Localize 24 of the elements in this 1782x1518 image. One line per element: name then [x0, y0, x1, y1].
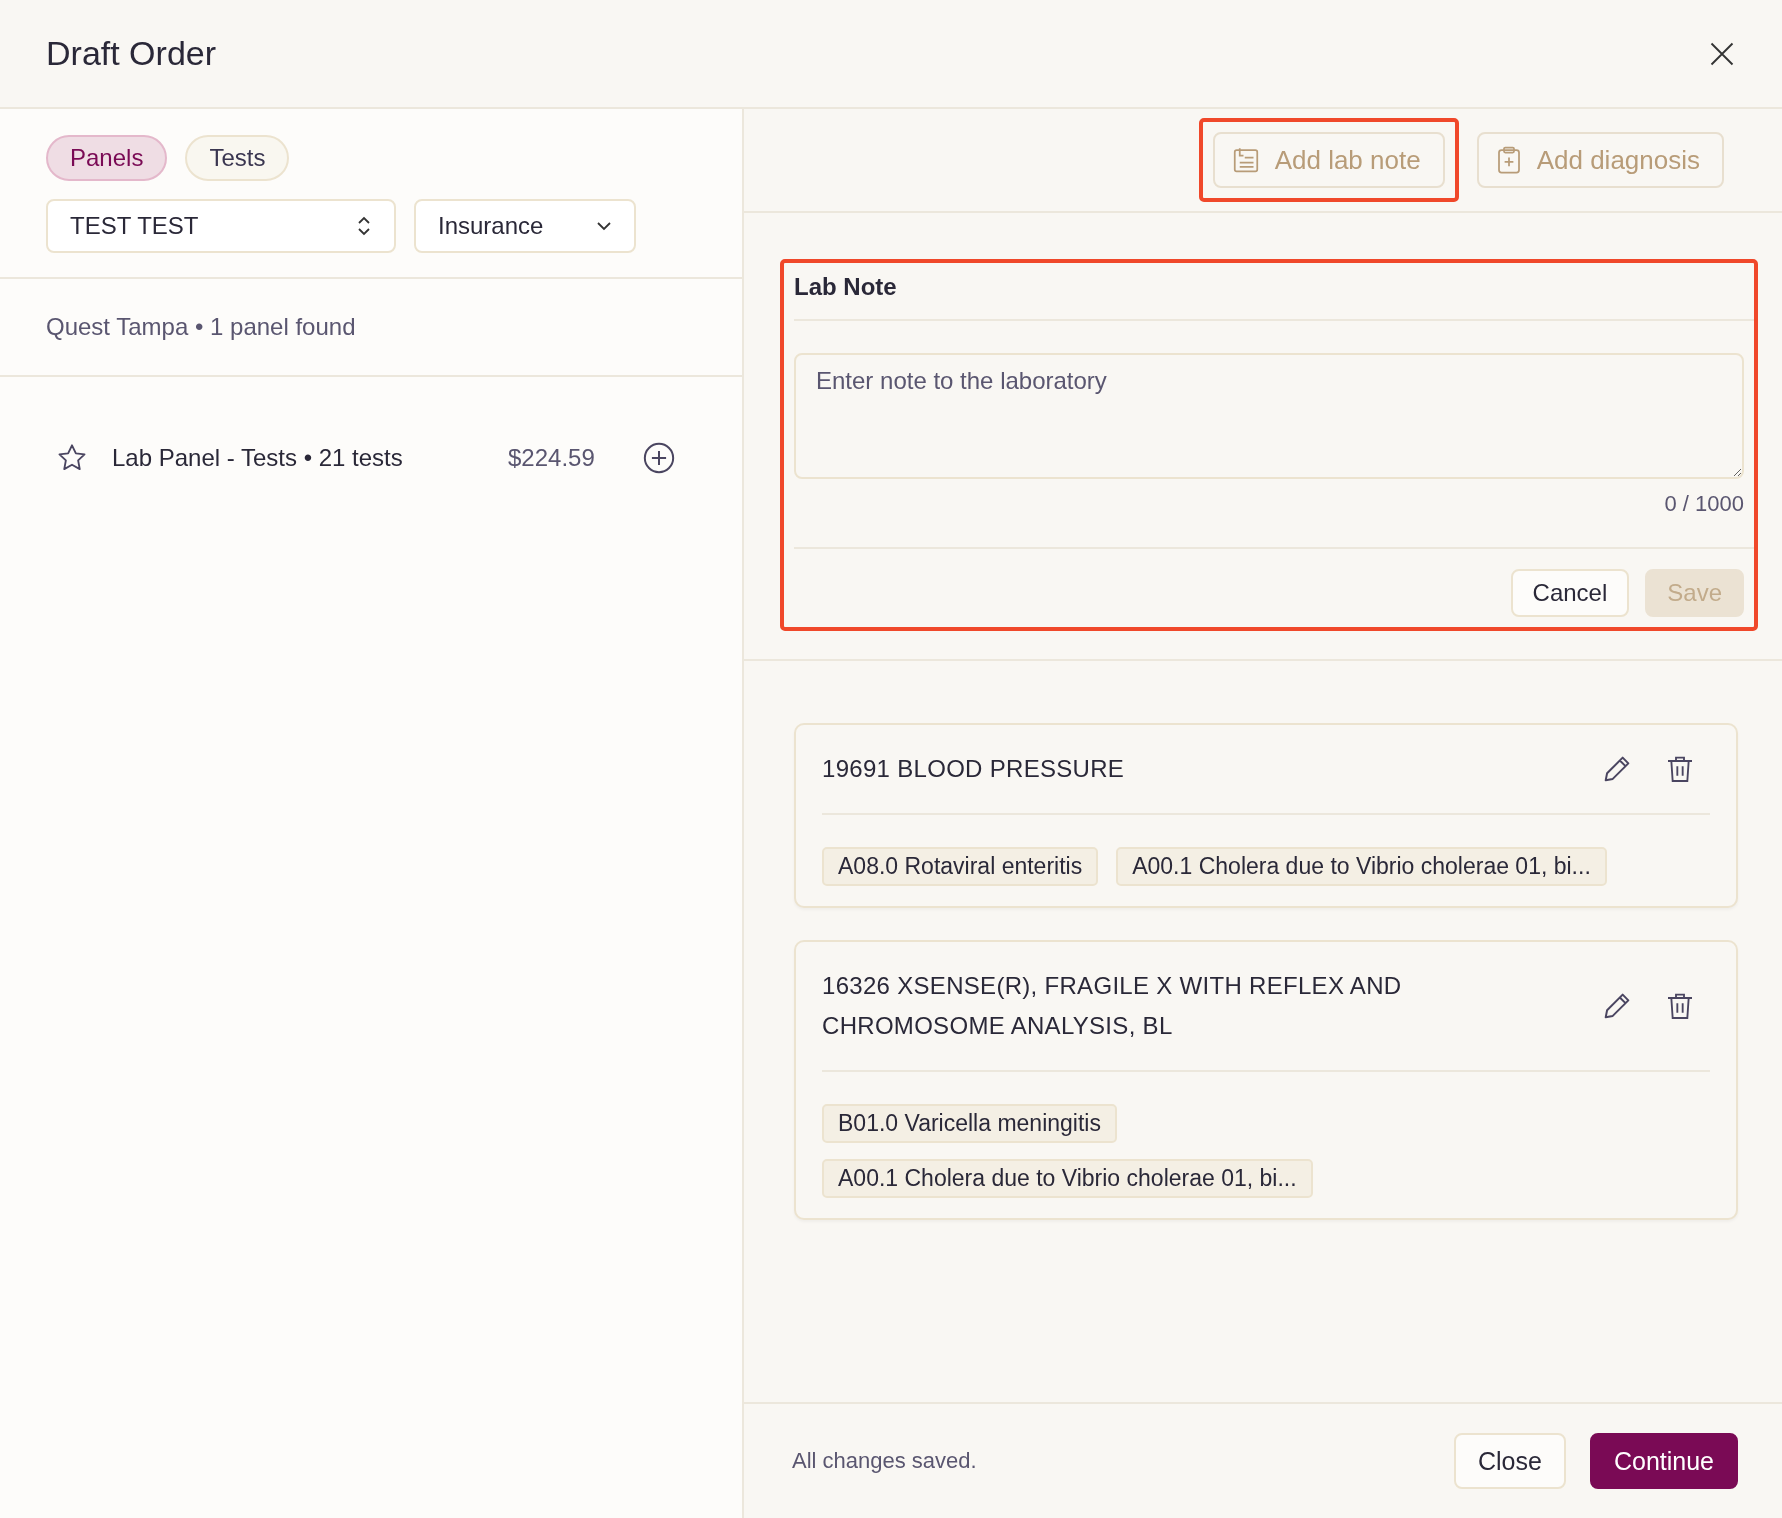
filter-tab[interactable]: Tests — [185, 135, 290, 181]
diagnosis-tag: B01.0 Varicella meningitis — [822, 1104, 1117, 1143]
save-status: All changes saved. — [792, 1448, 978, 1474]
lab-note-title: Lab Note — [794, 263, 1754, 321]
character-counter: 0 / 1000 — [1663, 491, 1744, 517]
footer-button[interactable]: Close — [1454, 1433, 1566, 1489]
panel-price: $224.59 — [508, 444, 596, 472]
select-field[interactable]: Insurance — [414, 199, 636, 253]
lab-note-field[interactable]: Enter note to the laboratory — [794, 353, 1744, 479]
window-title: Draft Order — [46, 34, 217, 73]
footer-button[interactable]: Continue — [1589, 1433, 1738, 1489]
test-title: 19691 BLOOD PRESSURE — [822, 754, 1125, 784]
diagnosis-tag: A00.1 Cholera due to Vibrio cholerae 01, bi... — [822, 1159, 1313, 1198]
select-field[interactable]: TEST TEST — [46, 199, 396, 253]
filter-tab[interactable]: Panels — [46, 135, 168, 181]
add-icon[interactable] — [642, 441, 676, 475]
note-button[interactable]: Cancel — [1510, 569, 1630, 617]
chevron-down-icon — [596, 221, 612, 231]
updown-chevron-icon — [356, 215, 372, 237]
diagnosis-tag: A00.1 Cholera due to Vibrio cholerae 01, bi... — [1116, 847, 1607, 886]
panel-name: Lab Panel - Tests • 21 tests — [112, 444, 404, 472]
results-summary: Quest Tampa • 1 panel found — [0, 279, 742, 377]
test-title: 16326 XSENSE(R), FRAGILE X WITH REFLEX AND CHROMOSOME ANALYSIS, BL — [822, 971, 1403, 1041]
diagnosis-tag: A08.0 Rotaviral enteritis — [822, 847, 1099, 886]
